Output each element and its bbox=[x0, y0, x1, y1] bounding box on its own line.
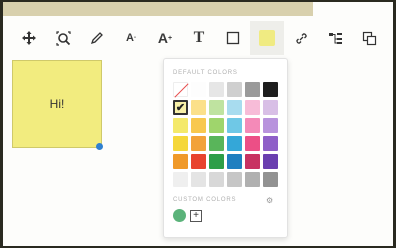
color-swatch[interactable] bbox=[191, 172, 206, 187]
move-icon[interactable] bbox=[12, 21, 46, 55]
color-swatch[interactable] bbox=[209, 100, 224, 115]
duplicate-icon-svg bbox=[362, 31, 376, 45]
color-swatch[interactable]: ✔ bbox=[173, 100, 188, 115]
sticky-note-text: Hi! bbox=[49, 97, 65, 111]
color-swatch[interactable] bbox=[173, 154, 188, 169]
color-swatch[interactable] bbox=[263, 154, 278, 169]
custom-color-swatch[interactable] bbox=[173, 209, 186, 222]
color-swatch[interactable] bbox=[245, 82, 260, 97]
resize-handle[interactable] bbox=[96, 143, 103, 150]
gear-icon[interactable]: ⚙ bbox=[266, 196, 273, 205]
fill-color-swatch bbox=[259, 30, 275, 46]
color-swatch[interactable] bbox=[227, 136, 242, 151]
color-swatch[interactable] bbox=[191, 82, 206, 97]
check-icon: ✔ bbox=[175, 102, 186, 114]
fill-color-button[interactable] bbox=[250, 21, 284, 55]
color-swatch[interactable] bbox=[227, 118, 242, 133]
color-swatch[interactable] bbox=[245, 100, 260, 115]
move-icon-svg bbox=[22, 31, 36, 45]
frame-edge-left bbox=[0, 0, 3, 248]
branch-icon[interactable] bbox=[318, 21, 352, 55]
zoom-icon[interactable] bbox=[46, 21, 80, 55]
custom-colors-label: CUSTOM COLORS bbox=[173, 197, 237, 203]
color-swatch[interactable] bbox=[173, 136, 188, 151]
color-swatch[interactable] bbox=[245, 172, 260, 187]
color-swatch[interactable] bbox=[227, 100, 242, 115]
add-custom-color-button[interactable]: + bbox=[190, 209, 202, 222]
branch-icon-svg bbox=[328, 32, 342, 44]
color-swatch[interactable] bbox=[209, 118, 224, 133]
custom-colors-row: + bbox=[173, 209, 202, 222]
shape-icon-svg bbox=[226, 31, 240, 45]
color-swatch[interactable] bbox=[227, 82, 242, 97]
color-swatch[interactable] bbox=[209, 154, 224, 169]
color-swatch[interactable] bbox=[263, 172, 278, 187]
frame-edge-top bbox=[0, 0, 396, 2]
color-swatch[interactable] bbox=[263, 100, 278, 115]
color-swatch[interactable] bbox=[173, 172, 188, 187]
pen-icon[interactable] bbox=[80, 21, 114, 55]
color-swatch[interactable] bbox=[191, 100, 206, 115]
color-swatch[interactable] bbox=[245, 154, 260, 169]
color-swatch[interactable] bbox=[173, 118, 188, 133]
zoom-icon-svg bbox=[55, 30, 71, 46]
color-swatch[interactable] bbox=[209, 172, 224, 187]
sticky-note[interactable]: Hi! bbox=[12, 60, 102, 148]
link-icon-svg bbox=[295, 32, 307, 44]
color-swatch[interactable] bbox=[191, 118, 206, 133]
color-swatch[interactable] bbox=[209, 136, 224, 151]
font-bigger-icon[interactable]: A + bbox=[148, 21, 182, 55]
color-swatch[interactable] bbox=[191, 154, 206, 169]
default-colors-label: DEFAULT COLORS bbox=[173, 70, 238, 76]
color-swatch[interactable] bbox=[191, 136, 206, 151]
font-smaller-icon[interactable]: A- bbox=[114, 21, 148, 55]
color-swatch[interactable] bbox=[245, 136, 260, 151]
color-swatch[interactable] bbox=[245, 118, 260, 133]
no-color-swatch[interactable] bbox=[173, 82, 188, 97]
color-swatch[interactable] bbox=[227, 172, 242, 187]
background-strip bbox=[3, 2, 313, 16]
color-swatch[interactable] bbox=[227, 154, 242, 169]
color-swatch[interactable] bbox=[263, 136, 278, 151]
shape-icon[interactable] bbox=[216, 21, 250, 55]
text-icon[interactable]: T bbox=[182, 21, 216, 55]
color-swatch[interactable] bbox=[263, 118, 278, 133]
color-picker-popup: DEFAULT COLORS ✔ CUSTOM COLORS ⚙ + bbox=[163, 58, 288, 238]
color-swatch-grid: ✔ bbox=[173, 82, 283, 187]
color-swatch[interactable] bbox=[263, 82, 278, 97]
toolbar: A- A + T bbox=[12, 20, 392, 56]
color-swatch[interactable] bbox=[209, 82, 224, 97]
duplicate-icon[interactable] bbox=[352, 21, 386, 55]
pen-icon-svg bbox=[90, 32, 103, 45]
link-icon[interactable] bbox=[284, 21, 318, 55]
